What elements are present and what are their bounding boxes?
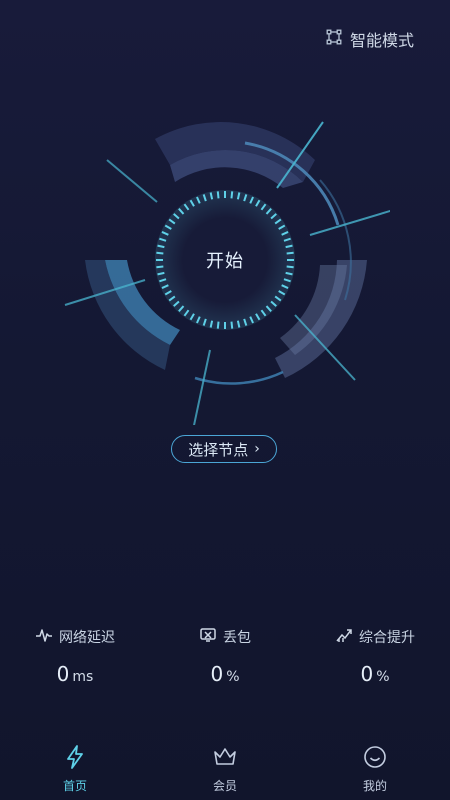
start-button[interactable] <box>175 210 275 310</box>
crown-icon <box>212 744 238 777</box>
stat-latency-value: 0 <box>56 662 70 686</box>
gauge-tick <box>157 271 165 276</box>
select-node-button[interactable]: 选择节点 › <box>171 435 277 463</box>
gauge-tick <box>236 192 241 200</box>
tab-profile[interactable]: 我的 <box>300 730 450 800</box>
bottom-tab-bar: 首页 会员 我的 <box>0 730 450 800</box>
stat-improvement-unit: % <box>376 669 390 685</box>
gauge-tick <box>286 251 294 255</box>
smart-mode-label: 智能模式 <box>349 31 414 50</box>
stat-latency: 网络延迟 0 ms <box>0 626 150 686</box>
gauge-tick <box>209 192 214 200</box>
gauge-tick <box>285 271 293 276</box>
gauge-tick <box>230 321 234 329</box>
gauge-tick <box>157 244 165 249</box>
stat-packet-loss: 丢包 0% <box>150 626 300 686</box>
smart-mode-toggle[interactable]: 智能模式 <box>326 27 414 51</box>
pulse-icon <box>35 626 53 648</box>
gauge-tick <box>156 265 164 269</box>
stat-improvement: 综合提升 0% <box>300 626 450 686</box>
gauge-tick <box>285 244 293 249</box>
trend-up-icon <box>335 626 353 648</box>
tab-profile-label: 我的 <box>362 779 387 793</box>
packet-loss-icon <box>199 626 217 648</box>
grid-square-icon <box>326 29 342 49</box>
stat-improvement-value: 0 <box>360 662 374 686</box>
speed-gauge: 开始 <box>60 95 390 425</box>
stat-improvement-label: 综合提升 <box>359 630 415 646</box>
gauge-tick <box>216 321 220 329</box>
stat-latency-label: 网络延迟 <box>59 630 115 646</box>
tab-membership[interactable]: 会员 <box>150 730 300 800</box>
tab-home-label: 首页 <box>62 779 87 793</box>
gauge-tick <box>209 320 214 328</box>
gauge-tick <box>286 265 294 269</box>
stat-packet-loss-value: 0 <box>210 662 224 686</box>
chevron-right-icon: › <box>254 441 260 457</box>
select-node-label: 选择节点 <box>188 440 249 459</box>
stat-latency-unit: ms <box>72 669 94 685</box>
gauge-tick <box>236 320 241 328</box>
home-screen: 智能模式 开始 选择节点 › 网络延迟 0 ms 丢包 0 % 综合提升 0 %… <box>0 0 450 800</box>
tab-membership-label: 会员 <box>212 779 237 793</box>
smile-icon <box>362 744 388 777</box>
gauge-tick <box>156 251 164 255</box>
stats-panel: 网络延迟 0 ms 丢包 0% 综合提升 0 % <box>0 626 450 686</box>
gauge-tick <box>230 191 234 199</box>
tab-home[interactable]: 首页 <box>0 730 150 800</box>
stat-packet-loss-unit: % <box>226 669 240 685</box>
stat-packet-loss-label: 丢包 <box>223 630 251 646</box>
gauge-tick <box>216 191 220 199</box>
lightning-icon <box>62 744 88 777</box>
